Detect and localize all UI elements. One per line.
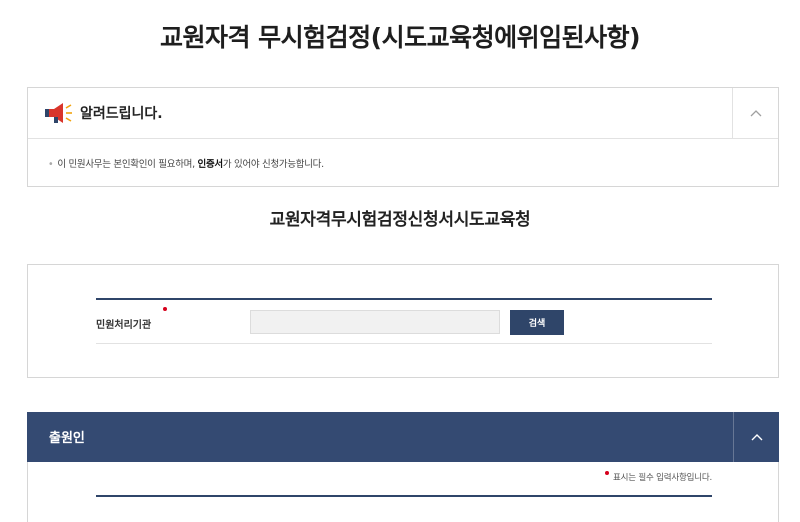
- chevron-up-icon: [751, 434, 762, 441]
- required-marker: [163, 307, 167, 311]
- notice-title: 알려드립니다.: [80, 106, 163, 122]
- notice-text-bold: 인증서: [197, 159, 224, 170]
- notice-panel: 알려드립니다. • 이 민원사무는 본인확인이 필요하며, 인증서가 있어야 신청…: [27, 87, 779, 187]
- chevron-up-icon: [750, 110, 761, 117]
- form-title: 교원자격무시험검정신청서시도교육청: [269, 210, 531, 230]
- megaphone-icon: [45, 103, 72, 123]
- notice-collapse-button[interactable]: [732, 88, 778, 138]
- notice-header: 알려드립니다.: [28, 88, 778, 139]
- bullet-icon: •: [48, 159, 54, 170]
- applicant-body: 표시는 필수 입력사항입니다.: [27, 462, 779, 522]
- org-label: 민원처리기관: [96, 320, 152, 331]
- org-row: 민원처리기관 검색: [96, 298, 712, 344]
- required-note-text: 표시는 필수 입력사항입니다.: [613, 473, 712, 483]
- required-marker: [605, 471, 610, 475]
- org-input[interactable]: [250, 310, 500, 334]
- required-note: 표시는 필수 입력사항입니다.: [605, 471, 712, 483]
- applicant-divider: [96, 495, 712, 497]
- notice-text: • 이 민원사무는 본인확인이 필요하며, 인증서가 있어야 신청가능합니다.: [28, 139, 778, 170]
- org-section: 민원처리기관 검색: [27, 264, 779, 378]
- applicant-title: 출원인: [49, 431, 85, 446]
- search-button[interactable]: 검색: [510, 310, 564, 335]
- notice-text-end: 가 있어야 신청가능합니다.: [222, 159, 324, 170]
- applicant-header: 출원인: [27, 412, 779, 462]
- applicant-collapse-button[interactable]: [733, 412, 779, 462]
- notice-text-start: 이 민원사무는 본인확인이 필요하며,: [57, 159, 198, 170]
- page-title: 교원자격 무시험검정(시도교육청에위임된사항): [159, 23, 641, 52]
